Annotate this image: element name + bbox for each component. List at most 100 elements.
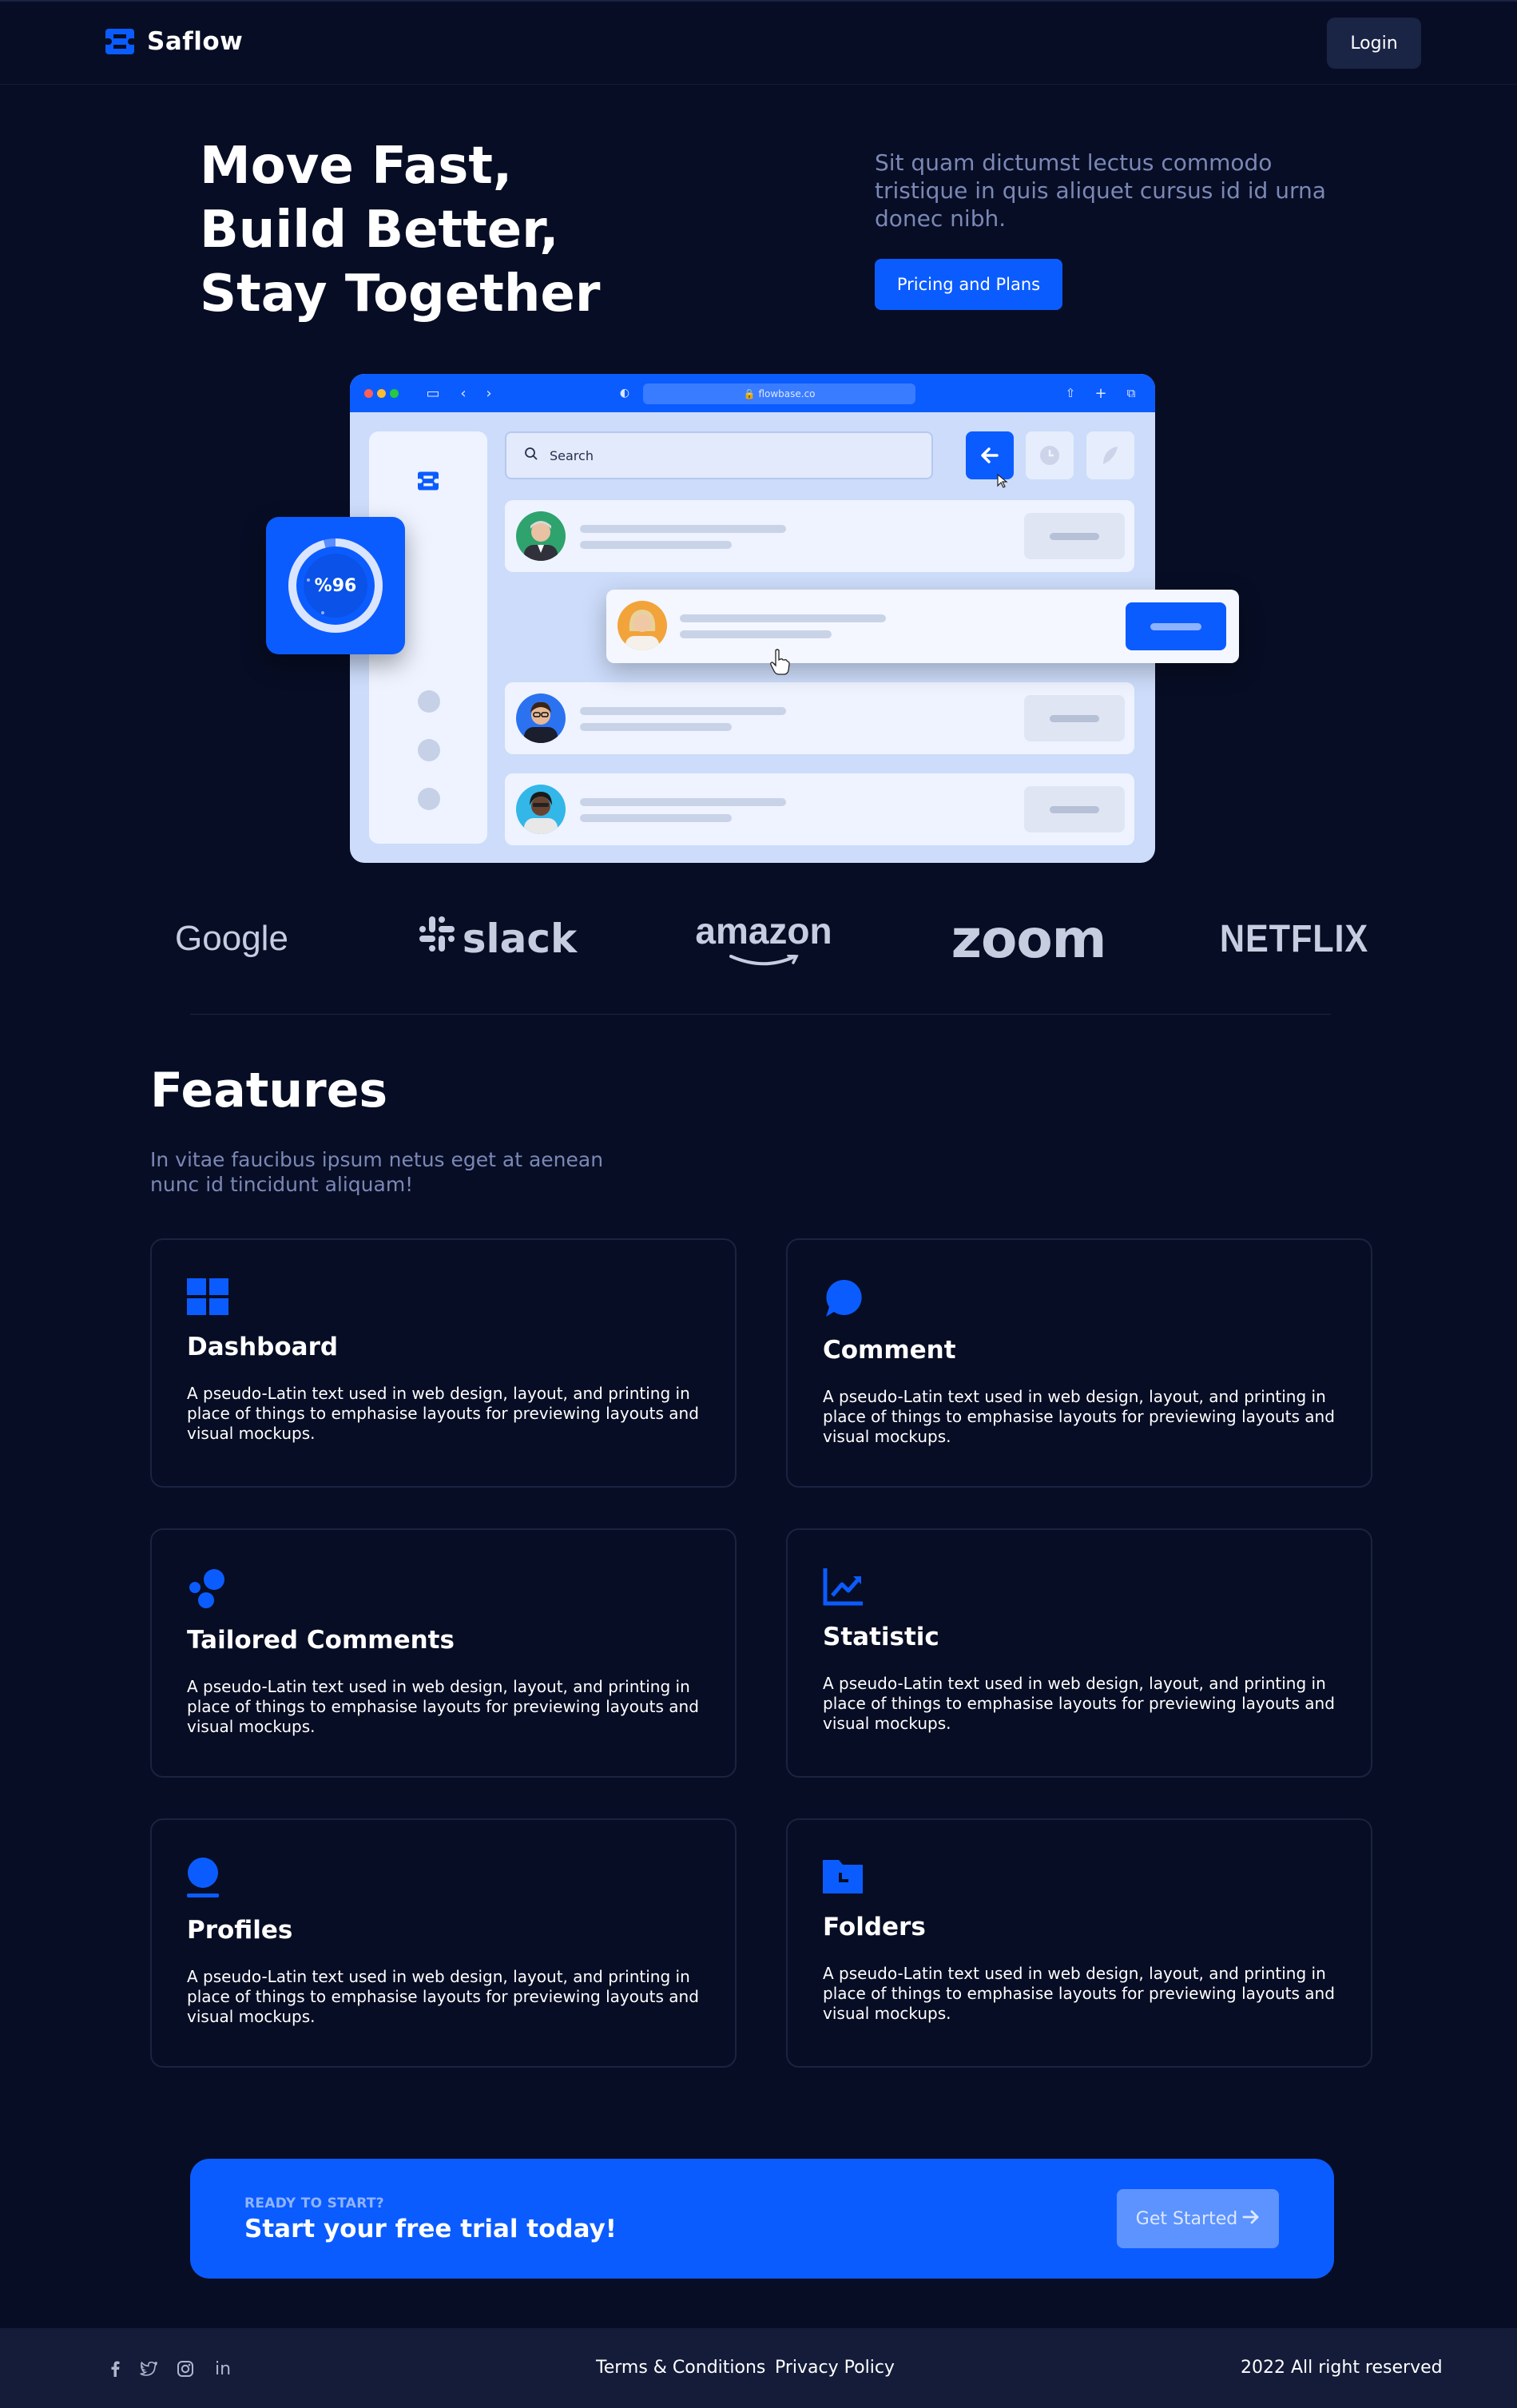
avatar bbox=[516, 785, 566, 834]
list-item bbox=[505, 773, 1134, 845]
amazon-smile-icon bbox=[728, 949, 800, 966]
feature-card-statistic: Statistic A pseudo-Latin text used in we… bbox=[786, 1528, 1372, 1778]
shield-icon: ◐ bbox=[619, 387, 630, 399]
features-title: Features bbox=[150, 1063, 388, 1119]
feature-text: A pseudo-Latin text used in web design, … bbox=[187, 1967, 699, 2026]
features-subtitle: In vitae faucibus ipsum netus eget at ae… bbox=[150, 1148, 604, 1196]
list-item bbox=[505, 682, 1134, 754]
completion-card: %96 bbox=[266, 517, 405, 654]
avatar bbox=[516, 693, 566, 743]
privacy-link[interactable]: Privacy Policy bbox=[775, 2358, 895, 2378]
browser-toolbar: ▭ ‹ › ◐ 🔒 flowbase.co ⇧ + ⧉ bbox=[350, 374, 1155, 412]
row-action-placeholder bbox=[1024, 786, 1125, 832]
comment-icon bbox=[823, 1277, 866, 1317]
row-action-button bbox=[1126, 602, 1226, 650]
feature-card-comment: Comment A pseudo-Latin text used in web … bbox=[786, 1238, 1372, 1488]
placeholder-line bbox=[680, 630, 832, 638]
cta-kicker: READY TO START? bbox=[244, 2195, 384, 2211]
placeholder-line bbox=[680, 614, 886, 622]
close-dot-icon bbox=[364, 389, 373, 398]
amazon-wordmark: amazon bbox=[695, 909, 832, 952]
feature-card-profiles: Profiles A pseudo-Latin text used in web… bbox=[150, 1818, 737, 2068]
terms-link[interactable]: Terms & Conditions bbox=[596, 2358, 765, 2378]
brand-logo[interactable]: Saflow bbox=[104, 27, 243, 56]
placeholder-line bbox=[580, 798, 786, 806]
row-action-placeholder bbox=[1024, 513, 1125, 559]
hero-title-line: Stay Together bbox=[200, 264, 601, 324]
feature-card-folders: Folders A pseudo-Latin text used in web … bbox=[786, 1818, 1372, 2068]
sidebar-toggle-icon: ▭ bbox=[426, 384, 440, 402]
feature-card-tailored-comments: Tailored Comments A pseudo-Latin text us… bbox=[150, 1528, 737, 1778]
linkedin-icon[interactable]: in bbox=[212, 2358, 233, 2379]
minimize-dot-icon bbox=[377, 389, 386, 398]
feature-text: A pseudo-Latin text used in web design, … bbox=[823, 1674, 1335, 1733]
cta-title: Start your free trial today! bbox=[244, 2215, 617, 2243]
feather-icon bbox=[1086, 431, 1134, 479]
footer: in Terms & Conditions Privacy Policy 202… bbox=[0, 2328, 1517, 2408]
pricing-button[interactable]: Pricing and Plans bbox=[875, 259, 1062, 310]
back-icon: ‹ bbox=[460, 384, 467, 402]
feature-text: A pseudo-Latin text used in web design, … bbox=[187, 1384, 699, 1443]
clock-icon bbox=[1026, 431, 1074, 479]
zoom-logo: zoom bbox=[951, 908, 1107, 970]
new-tab-icon: + bbox=[1094, 384, 1107, 402]
feature-title: Dashboard bbox=[187, 1333, 339, 1361]
feature-title: Folders bbox=[823, 1913, 926, 1941]
url-bar: 🔒 flowbase.co bbox=[643, 383, 915, 404]
hero-title-line: Build Better, bbox=[200, 201, 559, 260]
mockup-logo-icon bbox=[416, 471, 440, 494]
maximize-dot-icon bbox=[390, 389, 399, 398]
sidebar-dot bbox=[418, 739, 440, 761]
cursor-icon bbox=[996, 473, 1009, 492]
cta-banner: READY TO START? Start your free trial to… bbox=[190, 2159, 1334, 2279]
row-action-placeholder bbox=[1024, 695, 1125, 741]
feature-text: A pseudo-Latin text used in web design, … bbox=[187, 1677, 699, 1736]
profile-icon bbox=[187, 1857, 230, 1897]
url-text: flowbase.co bbox=[758, 388, 816, 399]
sidebar-dot bbox=[418, 788, 440, 810]
completion-value: %96 bbox=[314, 575, 357, 596]
sidebar-dot bbox=[418, 690, 440, 713]
placeholder-line bbox=[580, 525, 786, 533]
placeholder-line bbox=[580, 723, 732, 731]
avatar bbox=[516, 511, 566, 561]
slack-wordmark: slack bbox=[462, 916, 578, 962]
tabs-icon: ⧉ bbox=[1126, 386, 1136, 400]
netflix-logo: NETFLIX bbox=[1219, 917, 1369, 960]
hero-description: Sit quam dictumst lectus commodo tristiq… bbox=[875, 149, 1326, 232]
feature-title: Tailored Comments bbox=[187, 1626, 455, 1655]
placeholder-line bbox=[580, 814, 732, 822]
section-divider bbox=[190, 1014, 1331, 1015]
forward-icon: › bbox=[486, 384, 492, 402]
login-button[interactable]: Login bbox=[1327, 18, 1421, 69]
hand-cursor-icon bbox=[768, 649, 791, 679]
feature-title: Statistic bbox=[823, 1623, 939, 1651]
search-placeholder: Search bbox=[550, 447, 594, 463]
facebook-icon[interactable] bbox=[105, 2358, 125, 2379]
copyright: 2022 All right reserved bbox=[1241, 2358, 1443, 2378]
hero-title: Move Fast, Build Better, Stay Together bbox=[200, 134, 695, 326]
feature-text: A pseudo-Latin text used in web design, … bbox=[823, 1387, 1335, 1446]
placeholder-line bbox=[580, 707, 786, 715]
lock-icon: 🔒 bbox=[743, 388, 756, 399]
slack-logo: slack bbox=[415, 911, 579, 967]
avatar bbox=[618, 601, 667, 650]
feature-title: Comment bbox=[823, 1336, 956, 1365]
google-logo: Google bbox=[175, 919, 288, 958]
feature-card-dashboard: Dashboard A pseudo-Latin text used in we… bbox=[150, 1238, 737, 1488]
arrow-left-icon bbox=[966, 431, 1014, 479]
mockup-search: Search bbox=[505, 431, 933, 479]
get-started-button[interactable]: Get Started bbox=[1117, 2189, 1279, 2248]
get-started-label: Get Started bbox=[1135, 2208, 1238, 2229]
highlighted-list-item bbox=[606, 590, 1239, 663]
folder-icon bbox=[823, 1857, 866, 1897]
list-item bbox=[505, 500, 1134, 572]
placeholder-line bbox=[580, 541, 732, 549]
chart-icon bbox=[823, 1567, 866, 1607]
twitter-icon[interactable] bbox=[138, 2358, 159, 2379]
instagram-icon[interactable] bbox=[175, 2358, 196, 2379]
feature-title: Profiles bbox=[187, 1916, 293, 1945]
saflow-logo-icon bbox=[104, 29, 136, 54]
dashboard-icon bbox=[187, 1277, 230, 1317]
bubbles-icon bbox=[187, 1567, 230, 1608]
